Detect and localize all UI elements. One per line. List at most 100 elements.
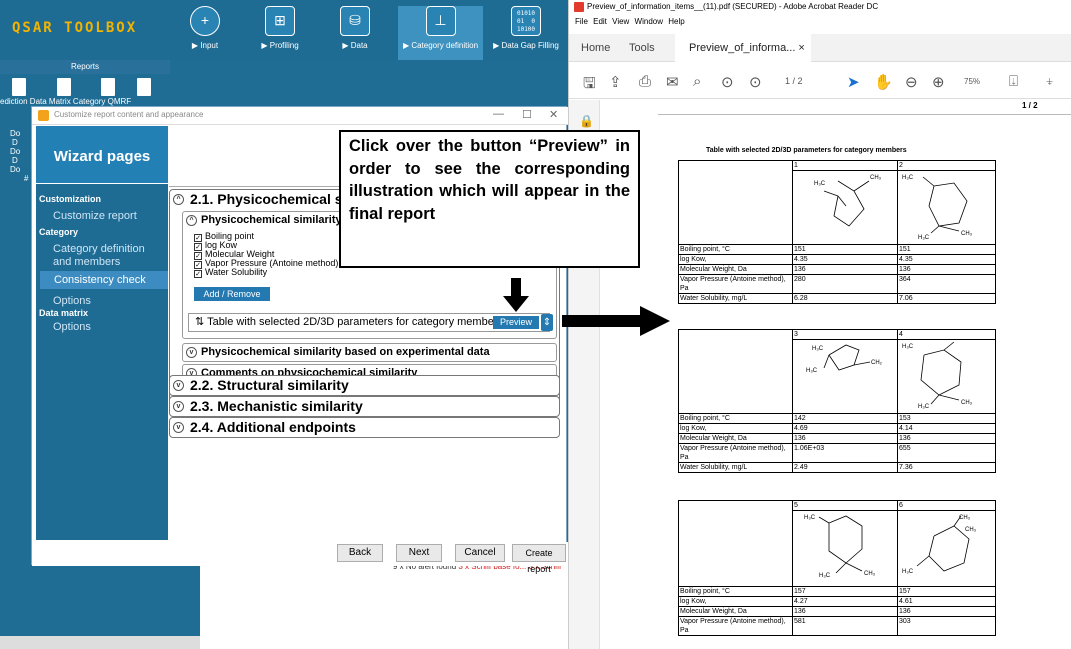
tree-item[interactable]: D	[10, 138, 28, 147]
upload-icon[interactable]: ⇪	[609, 73, 622, 91]
tree-item[interactable]: Do	[10, 147, 28, 156]
sidebar-item-customize-report[interactable]: Customize report	[53, 210, 137, 222]
report-category-icon[interactable]	[101, 78, 115, 96]
tab-document[interactable]: Preview_of_informa... ×	[675, 34, 811, 62]
tree-item[interactable]: D	[10, 156, 28, 165]
expand-icon[interactable]: v	[173, 380, 184, 391]
module-data-gap-filling-button[interactable]: 01010 01 0 10100 ▶ Data Gap Filling	[486, 6, 566, 60]
sidebar-item-consistency-check[interactable]: Consistency check	[40, 271, 168, 289]
lock-icon: 🔒	[579, 114, 594, 128]
module-label: ▶ Profiling	[261, 41, 299, 50]
tab-home[interactable]: Home	[581, 34, 610, 62]
pdf-col-id: 1	[792, 160, 898, 171]
preview-button[interactable]: Preview	[493, 316, 539, 329]
module-label: ▶ Category definition	[402, 41, 479, 50]
save-icon[interactable]: 🖫	[583, 73, 596, 98]
structure-cell: H₃C CH₃	[792, 170, 898, 245]
tree-item[interactable]: Do	[10, 165, 28, 174]
section-additional-endpoints[interactable]: v 2.4. Additional endpoints	[169, 417, 560, 438]
checkbox-water-solubility[interactable]: ✓ Water Solubility	[194, 267, 267, 278]
sidebar-item-category-definition[interactable]: Category definition	[53, 243, 145, 255]
report-qmrf-icon[interactable]	[137, 78, 151, 96]
section-structural-similarity[interactable]: v 2.2. Structural similarity	[169, 375, 560, 396]
create-report-button[interactable]: Create report	[512, 544, 566, 574]
page-number-field[interactable]: 1 / 2	[785, 76, 803, 86]
maximize-icon[interactable]: ☐	[522, 108, 532, 121]
cell: 4.69	[792, 423, 898, 434]
tree-item[interactable]: Do	[10, 129, 28, 138]
cell: 136	[792, 606, 898, 617]
section-title[interactable]: v 2.3. Mechanistic similarity	[170, 397, 559, 416]
expand-icon[interactable]: v	[186, 347, 197, 358]
page-down-icon[interactable]: ⊙	[749, 73, 762, 91]
pdf-col-id: 6	[897, 500, 996, 511]
reports-header: Reports	[0, 60, 170, 74]
pdf-table-block-3: 56 H₃C H₃C CH₃ CH₃ CH₃ H₃C Boiling point, °C…	[678, 500, 996, 636]
row-label: Molecular Weight, Da	[678, 606, 793, 617]
table-row: Molecular Weight, Da 136 136	[678, 606, 996, 617]
module-category-definition-button[interactable]: ⊥ ▶ Category definition	[398, 6, 483, 60]
back-button[interactable]: Back	[337, 544, 383, 562]
cell: 136	[897, 433, 996, 444]
module-profiling-button[interactable]: ⊞ ▶ Profiling	[245, 6, 315, 60]
row-label: log Kow,	[678, 596, 793, 607]
minimize-icon[interactable]: —	[493, 108, 504, 120]
print-icon[interactable]: ⎙	[639, 73, 651, 90]
tree-item[interactable]: #	[10, 174, 28, 183]
zoom-out-icon[interactable]: ⊖	[905, 73, 918, 91]
workspace-area	[200, 565, 568, 649]
next-button[interactable]: Next	[396, 544, 442, 562]
reorder-arrows-icon[interactable]: ⇕	[541, 314, 553, 331]
collapse-icon[interactable]: ^	[173, 194, 184, 205]
hierarchy-icon: ⊥	[425, 6, 456, 36]
module-data-button[interactable]: ⛁ ▶ Data	[320, 6, 390, 60]
search-icon[interactable]: ⌕	[693, 73, 701, 90]
hand-icon[interactable]: ✋	[874, 73, 893, 91]
molecule-structure-3: H₃C H₃C CH₂	[806, 344, 883, 374]
table-row: Water Solubility, mg/L 2.49 7.36	[678, 462, 996, 473]
group-label: H₃C	[902, 175, 914, 181]
table-row: log Kow, 4.27 4.61	[678, 596, 996, 607]
zoom-in-icon[interactable]: ⊕	[932, 73, 945, 91]
zoom-level[interactable]: 75%	[964, 77, 980, 86]
cell: 364	[897, 274, 996, 294]
close-icon[interactable]: ✕	[549, 108, 558, 121]
sidebar-item-options[interactable]: Options	[53, 295, 91, 307]
pdf-menubar[interactable]: File Edit View Window Help	[569, 15, 1071, 29]
subsection-experimental-data[interactable]: v Physicochemical similarity based on ex…	[182, 343, 557, 362]
sidebar-item-and-members[interactable]: and members	[53, 256, 120, 268]
cell: 142	[792, 413, 898, 424]
structure-cell: H₃C H₃C CH₃	[897, 170, 996, 245]
row-label: Boiling point, °C	[678, 244, 793, 255]
page-up-icon[interactable]: ⊙	[721, 73, 734, 91]
section-title[interactable]: v 2.4. Additional endpoints	[170, 418, 559, 437]
tab-tools[interactable]: Tools	[629, 34, 655, 62]
cell: 6.28	[792, 293, 898, 304]
pdf-table-title: Table with selected 2D/3D parameters for…	[706, 147, 907, 154]
section-title[interactable]: v 2.2. Structural similarity	[170, 376, 559, 395]
add-remove-button[interactable]: Add / Remove	[194, 287, 270, 301]
module-input-button[interactable]: + ▶ Input	[170, 6, 240, 60]
cell: 151	[792, 244, 898, 255]
horizontal-scrollbar[interactable]	[0, 636, 200, 649]
cancel-button[interactable]: Cancel	[455, 544, 505, 562]
sidebar-item-options-datamatrix[interactable]: Options	[53, 321, 91, 333]
table-row: Boiling point, °C 157 157	[678, 586, 996, 597]
section-mechanistic-similarity[interactable]: v 2.3. Mechanistic similarity	[169, 396, 560, 417]
expand-icon[interactable]: v	[173, 422, 184, 433]
report-prediction-icon[interactable]	[12, 78, 26, 96]
collapse-icon[interactable]: ^	[186, 215, 197, 226]
cell: 7.06	[897, 293, 996, 304]
pdf-table-block-1: 12 H₃C CH₃ H₃C H₃C CH₃ Boiling point, °C 151…	[678, 160, 996, 304]
subsection-title[interactable]: v Physicochemical similarity based on ex…	[183, 344, 556, 361]
cell: 4.61	[897, 596, 996, 607]
email-icon[interactable]: ✉	[666, 73, 679, 91]
right-arrow-icon	[562, 306, 670, 336]
scroll-mode-icon[interactable]: ⍖	[1045, 73, 1054, 90]
row-label: Vapor Pressure (Antoine method), Pa	[678, 443, 793, 463]
fit-page-icon[interactable]: ⍗	[1009, 73, 1018, 90]
document-tree: Do D Do D Do #	[0, 120, 34, 649]
expand-icon[interactable]: v	[173, 401, 184, 412]
report-data-matrix-icon[interactable]	[57, 78, 71, 96]
pointer-icon[interactable]: ➤	[847, 73, 860, 91]
